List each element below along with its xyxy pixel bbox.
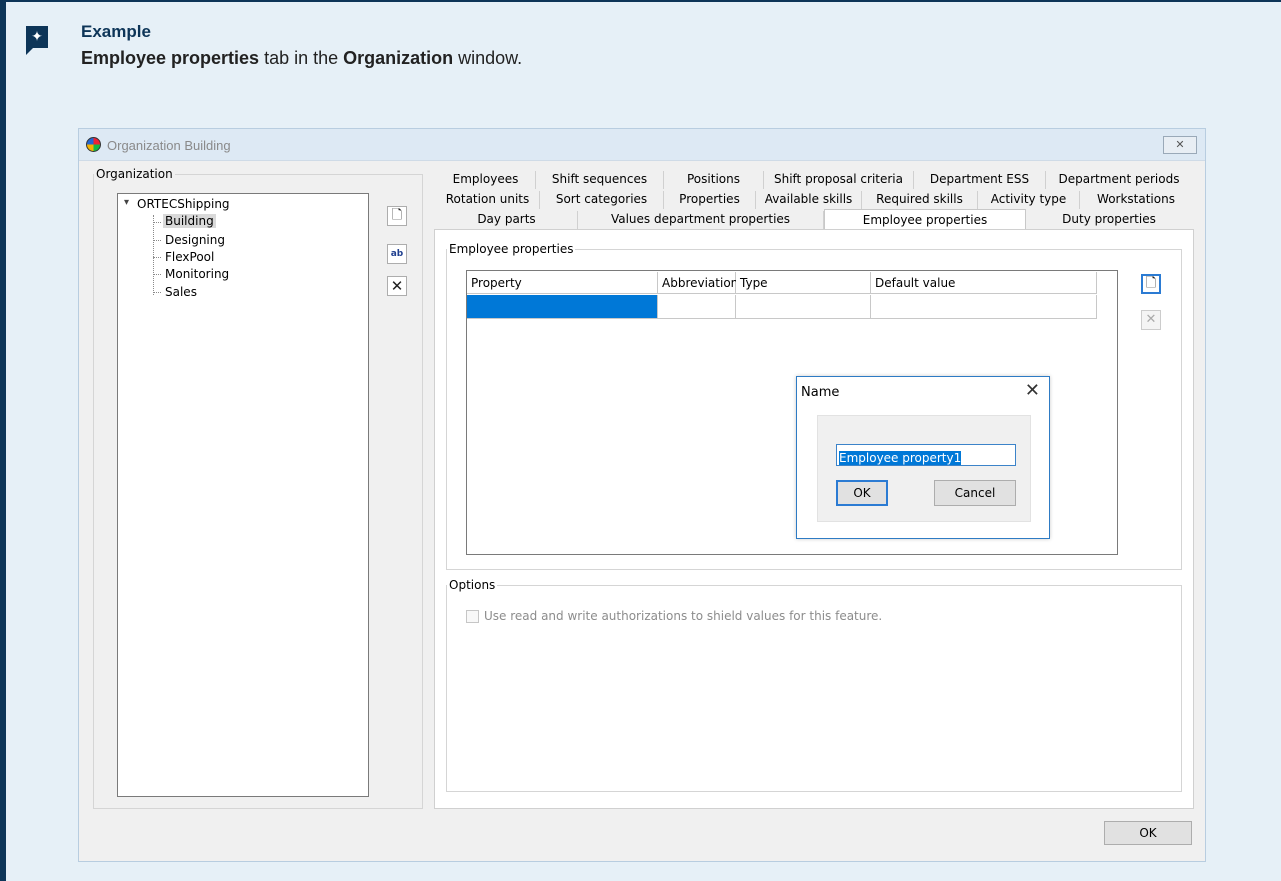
tree-connector	[153, 240, 161, 241]
tree-connector	[153, 222, 161, 223]
tab-duty-properties[interactable]: Duty properties	[1026, 211, 1192, 229]
tab-department-ess[interactable]: Department ESS	[914, 171, 1046, 189]
dialog-close-button[interactable]: ✕	[1025, 380, 1040, 401]
tab-activity-type[interactable]: Activity type	[978, 191, 1080, 209]
tab-department-periods[interactable]: Department periods	[1046, 171, 1192, 189]
tree-item-designing[interactable]: Designing	[165, 233, 225, 247]
delete-icon: ✕	[390, 277, 404, 295]
column-header-abbreviation[interactable]: Abbreviation	[658, 272, 738, 294]
tree-connector	[153, 215, 154, 295]
tab-employees[interactable]: Employees	[436, 171, 536, 189]
employee-properties-legend: Employee properties	[449, 242, 574, 256]
tab-required-skills[interactable]: Required skills	[862, 191, 978, 209]
tab-row-2: Rotation units Sort categories Propertie…	[436, 191, 1192, 209]
delete-department-button[interactable]: ✕	[387, 276, 407, 296]
options-legend: Options	[449, 578, 496, 592]
name-dialog: Name ✕ Employee property1 OK Cancel	[796, 376, 1050, 539]
tree-item-building[interactable]: Building	[163, 214, 216, 228]
dialog-ok-button[interactable]: OK	[836, 480, 888, 506]
new-document-icon: 🗋	[391, 208, 403, 223]
tab-positions[interactable]: Positions	[664, 171, 764, 189]
callout-text-1: tab in the	[259, 48, 344, 68]
window-ok-button[interactable]: OK	[1104, 821, 1192, 845]
shield-values-checkbox[interactable]	[466, 610, 479, 623]
callout-bold-2: Organization	[343, 48, 454, 68]
rename-icon: ab	[390, 249, 404, 259]
sparkle-icon: ✦	[26, 26, 48, 55]
new-document-icon: 🗋	[1145, 276, 1157, 291]
callout-bold-1: Employee properties	[81, 48, 260, 68]
tab-row-1: Employees Shift sequences Positions Shif…	[436, 171, 1192, 189]
tab-day-parts[interactable]: Day parts	[436, 211, 578, 229]
name-input-value: Employee property1	[839, 451, 962, 465]
callout-title: Example	[81, 22, 151, 41]
tab-properties[interactable]: Properties	[664, 191, 756, 209]
new-property-button[interactable]: 🗋	[1141, 274, 1161, 294]
new-department-button[interactable]: 🗋	[387, 206, 407, 226]
tab-rotation-units[interactable]: Rotation units	[436, 191, 540, 209]
delete-property-button[interactable]: ✕	[1141, 310, 1161, 330]
app-logo-icon	[86, 137, 101, 152]
tab-sort-categories[interactable]: Sort categories	[540, 191, 664, 209]
callout-text: Employee properties tab in the Organizat…	[81, 48, 522, 69]
tree-connector	[153, 274, 161, 275]
organization-tree[interactable]	[117, 193, 369, 797]
delete-icon: ✕	[1145, 312, 1157, 327]
chevron-down-icon[interactable]: ▾	[124, 197, 129, 208]
tree-connector	[153, 292, 161, 293]
tab-workstations[interactable]: Workstations	[1080, 191, 1192, 209]
dialog-title: Name	[801, 385, 840, 400]
grid-cell-abbreviation[interactable]	[658, 295, 736, 319]
grid-cell-type[interactable]	[736, 295, 871, 319]
dialog-body: Employee property1 OK Cancel	[817, 415, 1031, 522]
tab-available-skills[interactable]: Available skills	[756, 191, 862, 209]
rename-department-button[interactable]: ab	[387, 244, 407, 264]
shield-values-label: Use read and write authorizations to shi…	[484, 609, 883, 623]
grid-cell-default-value[interactable]	[871, 295, 1097, 319]
window-close-button[interactable]: ✕	[1163, 136, 1197, 154]
tree-item-flexpool[interactable]: FlexPool	[165, 250, 214, 264]
column-header-property[interactable]: Property	[467, 272, 658, 294]
window-title: Organization Building	[107, 138, 231, 153]
title-bar: Organization Building ✕	[79, 129, 1205, 161]
tree-item-monitoring[interactable]: Monitoring	[165, 267, 229, 281]
column-header-default-value[interactable]: Default value	[871, 272, 1097, 294]
tab-row-3: Day parts Values department properties E…	[436, 209, 1192, 231]
tab-values-department-properties[interactable]: Values department properties	[578, 211, 824, 229]
tree-item-root[interactable]: ORTECShipping	[137, 197, 230, 211]
name-input[interactable]: Employee property1	[836, 444, 1016, 466]
organization-legend: Organization	[96, 167, 173, 181]
tab-employee-properties[interactable]: Employee properties	[824, 209, 1026, 231]
grid-cell-property[interactable]	[467, 295, 658, 319]
dialog-cancel-button[interactable]: Cancel	[934, 480, 1016, 506]
tab-shift-proposal-criteria[interactable]: Shift proposal criteria	[764, 171, 914, 189]
tree-connector	[153, 257, 161, 258]
tree-item-sales[interactable]: Sales	[165, 285, 197, 299]
callout-text-2: window.	[453, 48, 523, 68]
tab-shift-sequences[interactable]: Shift sequences	[536, 171, 664, 189]
column-header-type[interactable]: Type	[736, 272, 871, 294]
